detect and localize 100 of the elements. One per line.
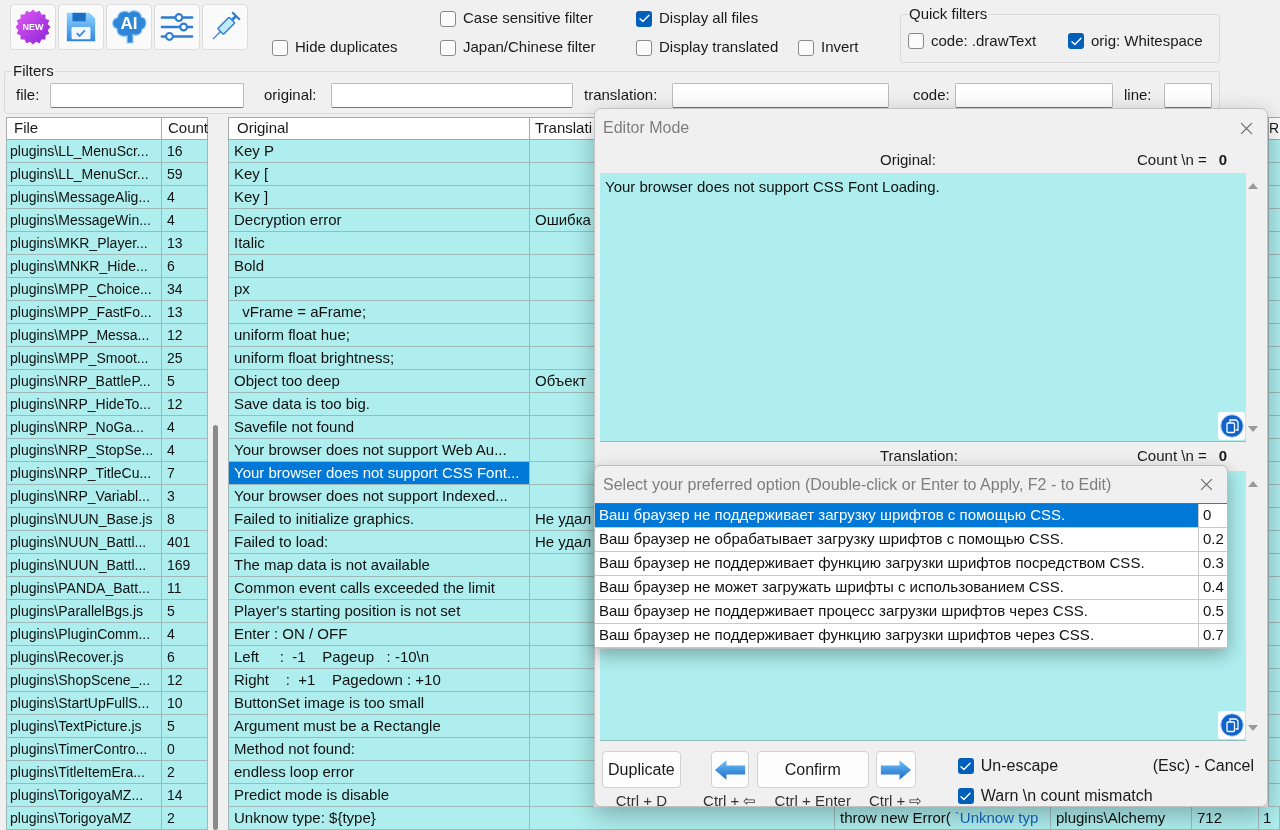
checkbox[interactable] <box>957 758 974 774</box>
table-cell <box>1268 692 1280 715</box>
table-cell[interactable]: Object too deep <box>228 370 530 393</box>
table-cell[interactable]: Key P <box>228 140 530 163</box>
scroll-up-icon[interactable] <box>1248 481 1258 487</box>
sliders-icon <box>158 10 196 44</box>
table-cell <box>1268 669 1280 692</box>
sliders-button[interactable] <box>154 4 200 50</box>
table-cell[interactable]: Unknow type: ${type} <box>228 807 530 830</box>
checkbox[interactable] <box>440 10 456 27</box>
table-cell[interactable]: Key [ <box>228 163 530 186</box>
checkbox-label: Warn \n count mismatch <box>980 786 1153 806</box>
table-cell: 2 <box>162 807 208 830</box>
table-cell[interactable]: Failed to load: <box>228 531 530 554</box>
text-field[interactable] <box>672 83 889 108</box>
table-cell[interactable]: ButtonSet image is too small <box>228 692 530 715</box>
checkbox[interactable] <box>636 39 652 56</box>
table-cell[interactable]: uniform float hue; <box>228 324 530 347</box>
text-area[interactable]: Your browser does not support CSS Font Loading. <box>600 173 1246 442</box>
table-cell: plugins\TitleItemEra... <box>6 761 162 784</box>
text-field[interactable] <box>1164 83 1212 108</box>
checkbox[interactable] <box>272 39 288 56</box>
table-cell: 712 <box>1192 807 1259 830</box>
table-cell[interactable]: vFrame = aFrame; <box>228 301 530 324</box>
scroll-down-icon[interactable] <box>1248 725 1258 731</box>
new-button[interactable]: NEW <box>10 4 56 50</box>
table-cell[interactable]: Method not found: <box>228 738 530 761</box>
group-title: Quick filters <box>908 5 989 23</box>
scroll-down-icon[interactable] <box>1248 426 1258 432</box>
checkbox[interactable] <box>1068 33 1084 49</box>
ai-button[interactable]: AI <box>106 4 152 50</box>
table-cell[interactable]: Save data is too big. <box>228 393 530 416</box>
table-cell[interactable]: Failed to initialize graphics. <box>228 508 530 531</box>
text-field[interactable] <box>50 83 244 108</box>
table-cell: 34 <box>162 278 208 301</box>
table-cell[interactable]: Your browser does not support Web Au... <box>228 439 530 462</box>
table-cell[interactable]: Argument must be a Rectangle <box>228 715 530 738</box>
column-header[interactable]: File <box>6 117 162 140</box>
table-cell <box>530 255 594 278</box>
text-field[interactable] <box>955 83 1113 108</box>
table-cell: plugins\MPP_Choice... <box>6 278 162 301</box>
field-label: line: <box>1124 85 1152 106</box>
checkbox-label: Invert <box>821 37 859 58</box>
next-button[interactable] <box>875 751 916 788</box>
table-cell[interactable]: px <box>228 278 530 301</box>
table-cell <box>530 485 594 508</box>
table-cell[interactable]: Player's starting position is not set <box>228 600 530 623</box>
checkbox[interactable] <box>798 39 814 56</box>
table-cell[interactable]: Italic <box>228 232 530 255</box>
copy-button[interactable] <box>1218 412 1245 440</box>
table-cell: 5 <box>162 715 208 738</box>
table-cell <box>1268 577 1280 600</box>
table-cell[interactable]: Right : +1 Pagedown : +10 <box>228 669 530 692</box>
checkbox-label: Hide duplicates <box>295 37 398 58</box>
table-cell[interactable]: Enter : ON / OFF <box>228 623 530 646</box>
column-header[interactable]: R <box>1268 117 1280 140</box>
table-cell <box>530 646 594 669</box>
table-cell[interactable]: Bold <box>228 255 530 278</box>
save-button[interactable] <box>58 4 104 50</box>
table-cell[interactable]: Left : -1 Pageup : -10\n <box>228 646 530 669</box>
column-header[interactable]: Count <box>162 117 208 140</box>
table-cell[interactable]: Key ] <box>228 186 530 209</box>
checkbox-label: code: .drawText <box>931 30 1037 51</box>
table-cell <box>1268 462 1280 485</box>
table-cell <box>1268 738 1280 761</box>
text-field[interactable] <box>331 83 573 108</box>
table-cell: plugins\NRP_HideTo... <box>6 393 162 416</box>
cloud-icon <box>109 7 149 47</box>
table-cell: 12 <box>162 324 208 347</box>
table-cell[interactable]: Decryption error <box>228 209 530 232</box>
copy-button[interactable] <box>1218 711 1245 739</box>
table-cell[interactable]: Your browser does not support CSS Font... <box>228 462 530 485</box>
table-cell[interactable]: Common event calls exceeded the limit <box>228 577 530 600</box>
table-cell[interactable]: endless loop error <box>228 761 530 784</box>
syringe-button[interactable] <box>202 4 248 50</box>
checkbox[interactable] <box>908 33 924 49</box>
table-cell[interactable]: Predict mode is disable <box>228 784 530 807</box>
scroll-up-icon[interactable] <box>1248 183 1258 189</box>
action-button[interactable]: Confirm <box>756 751 869 788</box>
table-cell[interactable]: The map data is not available <box>228 554 530 577</box>
column-header[interactable]: Original <box>228 117 530 140</box>
table-cell: 13 <box>162 301 208 324</box>
table-cell: plugins\Alchemy <box>1051 807 1192 830</box>
column-header[interactable]: Translati <box>530 117 594 140</box>
action-button[interactable]: Duplicate <box>602 751 681 788</box>
table-cell <box>1268 508 1280 531</box>
table-cell: plugins\MPP_Smoot... <box>6 347 162 370</box>
suggestion-cell[interactable]: Ваш браузер не поддерживает загрузку шрифтов с помощью CSS. <box>595 504 1198 527</box>
table-cell[interactable]: Savefile not found <box>228 416 530 439</box>
checkbox[interactable] <box>636 10 652 27</box>
checkbox[interactable] <box>957 788 974 804</box>
checkbox-label: Display translated <box>659 37 779 58</box>
table-cell: 6 <box>162 646 208 669</box>
window-title: Select your preferred option (Double-click or Enter to Apply, F2 - to Edit) <box>603 474 1112 495</box>
checkbox[interactable] <box>440 39 456 56</box>
table-cell <box>1268 186 1280 209</box>
scrollbar-thumb[interactable] <box>213 425 218 830</box>
previous-button[interactable] <box>710 751 749 788</box>
table-cell[interactable]: Your browser does not support Indexed... <box>228 485 530 508</box>
table-cell[interactable]: uniform float brightness; <box>228 347 530 370</box>
